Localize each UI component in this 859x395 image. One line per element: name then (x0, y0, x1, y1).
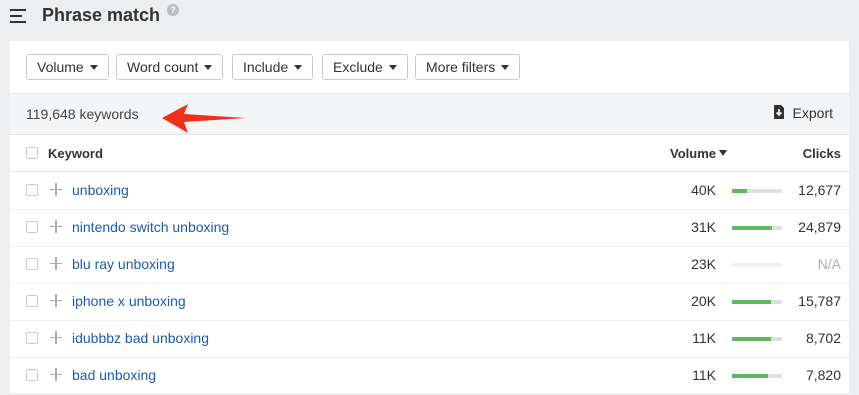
filter-label: Exclude (333, 59, 383, 75)
clicks-value: 15,787 (798, 293, 841, 309)
table-row: nintendo switch unboxing 31K 24,879 (10, 209, 849, 247)
row-checkbox[interactable] (26, 332, 38, 344)
volume-filter-button[interactable]: Volume (26, 54, 109, 80)
clicks-share-bar (732, 337, 782, 341)
sort-desc-icon (719, 149, 727, 156)
clicks-share-bar (732, 226, 782, 230)
annotation-arrow-icon (162, 104, 246, 133)
keyword-link[interactable]: idubbbz bad unboxing (72, 330, 209, 346)
clicks-share-bar (732, 263, 782, 267)
keyword-link[interactable]: iphone x unboxing (72, 293, 186, 309)
filter-label: Volume (37, 59, 84, 75)
table-row: iphone x unboxing 20K 15,787 (10, 283, 849, 321)
clicks-share-fill (732, 226, 772, 230)
clicks-value: 12,677 (798, 182, 841, 198)
table-row: blu ray unboxing 23K N/A (10, 246, 849, 284)
row-checkbox[interactable] (26, 184, 38, 196)
top-bar: Phrase match ? (0, 0, 859, 40)
results-summary-bar: 119,648 keywords Export (10, 94, 849, 135)
exclude-filter-button[interactable]: Exclude (322, 54, 408, 80)
clicks-value: 8,702 (805, 330, 841, 346)
row-checkbox[interactable] (26, 258, 38, 270)
volume-value: 31K (691, 219, 716, 235)
clicks-share-bar (732, 189, 782, 193)
add-to-list-icon[interactable] (50, 294, 62, 307)
page-title: Phrase match (42, 5, 161, 25)
volume-column-header[interactable]: Volume (670, 146, 727, 161)
caret-down-icon (89, 64, 98, 70)
export-label: Export (792, 105, 833, 121)
row-checkbox[interactable] (26, 295, 38, 307)
filter-bar: Volume Word count Include Exclude More f… (10, 41, 849, 94)
add-to-list-icon[interactable] (50, 183, 62, 196)
clicks-share-fill (732, 337, 771, 341)
export-button[interactable]: Export (773, 105, 833, 121)
add-to-list-icon[interactable] (50, 331, 62, 344)
keyword-link[interactable]: unboxing (72, 182, 129, 198)
clicks-value: 7,820 (805, 367, 841, 383)
select-all-checkbox[interactable] (26, 147, 38, 159)
volume-value: 40K (691, 182, 716, 198)
clicks-column-header[interactable]: Clicks (803, 146, 841, 161)
clicks-share-fill (732, 300, 771, 304)
include-filter-button[interactable]: Include (232, 54, 314, 80)
clicks-share-bar (732, 300, 782, 304)
keyword-column-header[interactable]: Keyword (48, 146, 103, 161)
volume-header-label: Volume (670, 146, 716, 161)
more-filters-button[interactable]: More filters (415, 54, 521, 80)
clicks-share-fill (732, 374, 768, 378)
filter-label: Include (243, 59, 289, 75)
add-to-list-icon[interactable] (50, 257, 62, 270)
keyword-count: 119,648 keywords (26, 106, 139, 122)
volume-value: 23K (691, 256, 716, 272)
volume-value: 11K (692, 330, 716, 346)
caret-down-icon (501, 64, 510, 70)
caret-down-icon (388, 64, 397, 70)
table-header: Keyword Volume Clicks (10, 135, 849, 172)
volume-value: 20K (691, 293, 716, 309)
clicks-value: N/A (817, 256, 841, 272)
clicks-value: 24,879 (798, 219, 841, 235)
menu-icon[interactable] (10, 9, 26, 23)
download-icon (773, 105, 784, 120)
clicks-share-fill (732, 189, 747, 193)
clicks-share-bar (732, 374, 782, 378)
row-checkbox[interactable] (26, 369, 38, 381)
caret-down-icon (294, 64, 303, 70)
table-row: unboxing 40K 12,677 (10, 172, 849, 210)
filter-label: More filters (426, 59, 496, 75)
keyword-link[interactable]: bad unboxing (72, 367, 156, 383)
add-to-list-icon[interactable] (50, 368, 62, 381)
word-count-filter-button[interactable]: Word count (116, 54, 224, 80)
keyword-link[interactable]: nintendo switch unboxing (72, 219, 229, 235)
row-checkbox[interactable] (26, 221, 38, 233)
caret-down-icon (204, 64, 213, 70)
filter-label: Word count (127, 59, 199, 75)
volume-value: 11K (692, 367, 716, 383)
table-row: bad unboxing 11K 7,820 (10, 357, 849, 395)
table-row: idubbbz bad unboxing 11K 8,702 (10, 320, 849, 358)
keyword-link[interactable]: blu ray unboxing (72, 256, 175, 272)
help-icon[interactable]: ? (167, 4, 179, 16)
results-panel: Volume Word count Include Exclude More f… (10, 41, 849, 395)
add-to-list-icon[interactable] (50, 220, 62, 233)
